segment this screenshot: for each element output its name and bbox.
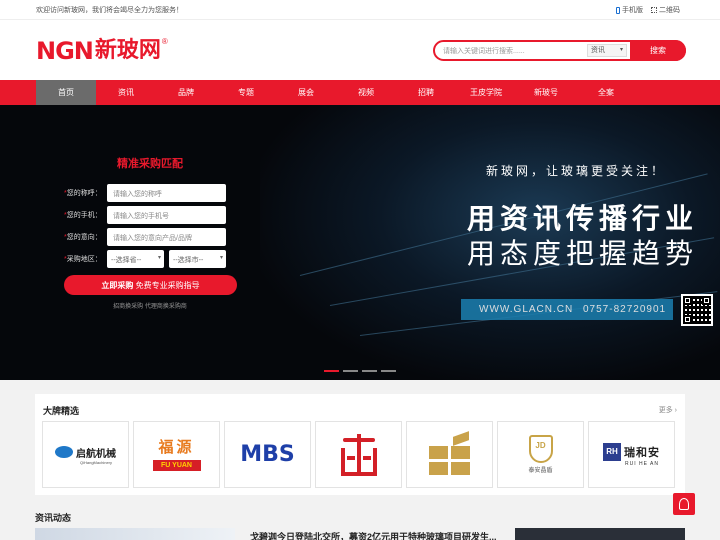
brand-section-title: 大牌精选 (43, 406, 80, 416)
brand-name: MBS (240, 442, 295, 467)
brand-section: 大牌精选 更多 › 启航机械 QiHangMachinery 福源 FU YUA… (35, 394, 685, 495)
banner-slogan-line1: 用资讯传播行业 (467, 203, 699, 234)
province-select[interactable]: --选择省-- ▾ (107, 250, 164, 268)
carousel-dot[interactable] (362, 370, 377, 372)
shield-icon: JD (528, 435, 553, 463)
submit-rest-text: 免费专业采购指导 (135, 280, 200, 290)
hero-banner: 新玻网，让玻璃更受关注！ 用资讯传播行业 用态度把握趋势 WWW.GLACN.C… (0, 105, 720, 380)
carousel-indicators (324, 370, 396, 372)
brand-subname: QiHangMachinery (79, 459, 112, 465)
brand-name: 福源 (152, 438, 201, 458)
nav-item[interactable]: 全案 (576, 80, 636, 105)
search-box: 请输入关键词进行搜索...... 资讯 ▾ 搜索 (433, 40, 686, 61)
phone-label: *您的手机： (64, 212, 102, 219)
red-brand-logo-icon (339, 433, 379, 476)
brand-card-fuyuan[interactable]: 福源 FU YUAN (133, 421, 220, 488)
brand-name: 泰安晶盾 (528, 468, 553, 474)
banner-slogan-top: 新玻网，让玻璃更受关注！ (486, 164, 667, 178)
name-label: *您的称呼： (64, 190, 102, 197)
banner-slogan-line2: 用态度把握趋势 (467, 238, 699, 269)
qr-icon (651, 7, 657, 13)
logo-name: 新玻网 (94, 38, 161, 63)
news-thumbnail[interactable] (35, 528, 235, 540)
banner-contact-strip: WWW.GLACN.CN 0757-82720901 (461, 299, 673, 320)
form-row-region: *采购地区： --选择省-- ▾ --选择市-- ▾ (62, 249, 238, 269)
brand-grid: 启航机械 QiHangMachinery 福源 FU YUAN MBS JD 泰… (42, 421, 675, 488)
nav-item[interactable]: 招聘 (396, 80, 456, 105)
form-note: 招商换采购 代理商换采购商 (113, 304, 187, 310)
news-section-title: 资讯动态 (35, 513, 72, 523)
chevron-down-icon: ▾ (219, 255, 223, 261)
brand-card-qihang[interactable]: 启航机械 QiHangMachinery (42, 421, 129, 488)
carousel-dot[interactable] (381, 370, 396, 372)
nav-item[interactable]: 新玻号 (516, 80, 576, 105)
carousel-dot[interactable] (343, 370, 358, 372)
brand-card-jingdun[interactable]: JD 泰安晶盾 (497, 421, 584, 488)
float-action-button[interactable] (673, 493, 695, 515)
main-nav: 首页 资讯 品牌 专题 展会 视频 招聘 王皮学院 新玻号 全案 (0, 80, 720, 105)
province-select-value: --选择省-- (111, 257, 142, 264)
brand-more-link[interactable]: 更多 › (659, 405, 677, 415)
rocket-icon (679, 498, 689, 510)
brand-name: 瑞和安 (624, 446, 660, 459)
brand-subname: RUI HE AN (624, 460, 659, 467)
brand-name: 启航机械 (76, 448, 116, 460)
welcome-text: 欢迎访问新玻网，我们将会竭尽全力为您服务！ (36, 7, 183, 14)
top-bar: 欢迎访问新玻网，我们将会竭尽全力为您服务！ 手机版 二维码 (0, 0, 720, 20)
intent-label: *您的意向： (64, 234, 102, 241)
top-links: 手机版 二维码 (616, 5, 680, 15)
site-logo[interactable]: NGN 新玻网 ® (36, 37, 168, 65)
city-select-value: --选择市-- (173, 257, 204, 264)
brand-subname: FU YUAN (152, 460, 201, 471)
news-side-image[interactable] (515, 528, 685, 540)
qrcode-link[interactable]: 二维码 (651, 5, 680, 15)
name-input[interactable]: 请输入您的称呼 (107, 184, 226, 202)
search-button[interactable]: 搜索 (630, 40, 686, 61)
logo-registered: ® (161, 37, 168, 46)
nav-item[interactable]: 视频 (336, 80, 396, 105)
ruihean-logo-icon: RH (603, 442, 621, 461)
chevron-down-icon: ▾ (619, 47, 623, 53)
qihang-logo-icon (55, 446, 73, 458)
city-select[interactable]: --选择市-- ▾ (169, 250, 226, 268)
intent-input[interactable]: 请输入您的意向产品/品牌 (107, 228, 226, 246)
news-headline[interactable]: 戈碧迦今日登陆北交所，募资2亿元用于特种玻璃项目研发生... (250, 530, 497, 540)
header: NGN 新玻网 ® 请输入关键词进行搜索...... 资讯 ▾ 搜索 (0, 20, 720, 80)
form-row-phone: *您的手机： 请输入您的手机号 (62, 205, 238, 225)
banner-qr-code (681, 294, 713, 326)
brand-card-mbs[interactable]: MBS (224, 421, 311, 488)
nav-item[interactable]: 展会 (276, 80, 336, 105)
phone-input[interactable]: 请输入您的手机号 (107, 206, 226, 224)
purchase-submit-button[interactable]: 立即采购 免费专业采购指导 (64, 275, 237, 295)
brand-card-ruihean[interactable]: RH 瑞和安 RUI HE AN (588, 421, 675, 488)
nav-item[interactable]: 首页 (36, 80, 96, 105)
search-category-value: 资讯 (591, 47, 605, 54)
brand-card-red-logo[interactable] (315, 421, 402, 488)
nav-item[interactable]: 品牌 (156, 80, 216, 105)
nav-item[interactable]: 专题 (216, 80, 276, 105)
banner-tel: 0757-82720901 (583, 304, 667, 315)
banner-url: WWW.GLACN.CN (479, 304, 574, 315)
purchase-form: 精准采购匹配 *您的称呼： 请输入您的称呼 *您的手机： 请输入您的手机号 *您… (62, 155, 238, 310)
nav-item[interactable]: 资讯 (96, 80, 156, 105)
nav-list: 首页 资讯 品牌 专题 展会 视频 招聘 王皮学院 新玻号 全案 (36, 80, 636, 105)
qrcode-label: 二维码 (659, 7, 680, 14)
nav-item[interactable]: 王皮学院 (456, 80, 516, 105)
form-title: 精准采购匹配 (117, 158, 183, 170)
chevron-down-icon: ▾ (157, 255, 161, 261)
submit-bold-text: 立即采购 (101, 280, 134, 290)
carousel-dot[interactable] (324, 370, 339, 372)
form-row-intent: *您的意向： 请输入您的意向产品/品牌 (62, 227, 238, 247)
phone-icon (616, 6, 620, 14)
logo-ngn: NGN (36, 37, 94, 65)
brand-card-gold-logo[interactable] (406, 421, 493, 488)
gold-brand-logo-icon (428, 430, 471, 476)
mobile-label: 手机版 (622, 7, 643, 14)
search-input[interactable]: 请输入关键词进行搜索...... (443, 46, 583, 56)
region-label: *采购地区： (64, 256, 102, 263)
search-category-select[interactable]: 资讯 ▾ (587, 44, 627, 57)
mobile-link[interactable]: 手机版 (616, 5, 643, 15)
form-row-name: *您的称呼： 请输入您的称呼 (62, 183, 238, 203)
